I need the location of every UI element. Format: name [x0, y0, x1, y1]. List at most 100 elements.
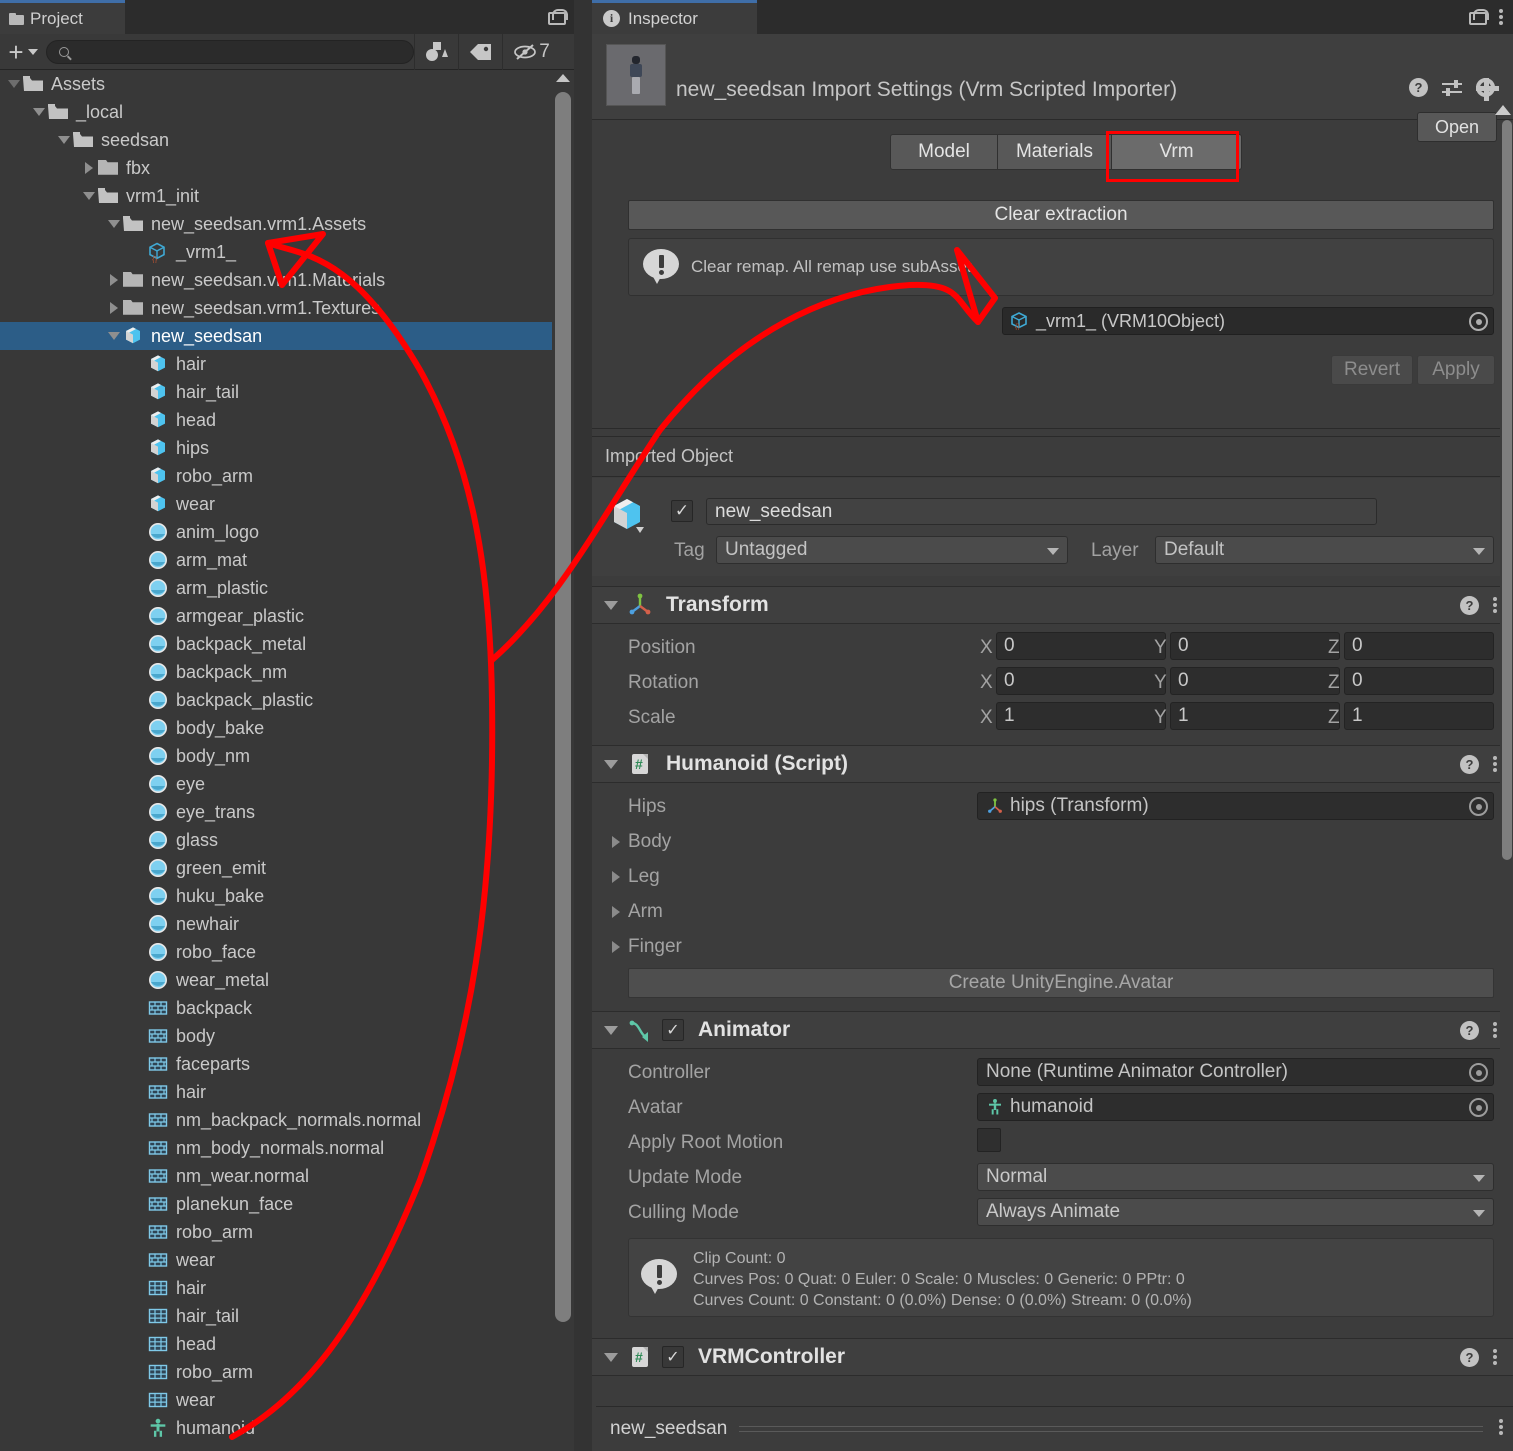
tree-item-hair_tail[interactable]: hair_tail: [0, 1302, 574, 1330]
tree-item-_vrm1_[interactable]: {} _vrm1_: [0, 238, 574, 266]
tree-item-fbx[interactable]: fbx: [0, 154, 574, 182]
tree-item-seedsan[interactable]: seedsan: [0, 126, 574, 154]
rotation-y-field[interactable]: 0: [1170, 667, 1340, 695]
chevron-down-icon[interactable]: [604, 759, 618, 769]
tree-item-head[interactable]: head: [0, 1330, 574, 1358]
create-asset-button[interactable]: +: [0, 34, 46, 70]
panel-divider[interactable]: [574, 0, 592, 1451]
object-picker-icon[interactable]: [1469, 1063, 1488, 1082]
help-icon[interactable]: ?: [1409, 78, 1428, 97]
transform-component-header[interactable]: Transform ?: [592, 586, 1513, 624]
tree-item-eye[interactable]: eye: [0, 770, 574, 798]
position-x-field[interactable]: 0: [996, 632, 1166, 660]
chevron-down-icon[interactable]: [604, 1352, 618, 1362]
scroll-up-icon[interactable]: [556, 74, 570, 82]
tree-item-green_emit[interactable]: green_emit: [0, 854, 574, 882]
remap-object-field[interactable]: {} _vrm1_ (VRM10Object): [1002, 307, 1494, 335]
tree-item-hair[interactable]: hair: [0, 1078, 574, 1106]
tree-item-faceparts[interactable]: faceparts: [0, 1050, 574, 1078]
scroll-up-icon[interactable]: [1495, 105, 1511, 115]
lock-icon[interactable]: [548, 9, 568, 25]
tag-dropdown[interactable]: Untagged: [716, 536, 1068, 564]
tree-item-wear[interactable]: wear: [0, 1246, 574, 1274]
clear-extraction-button[interactable]: Clear extraction: [628, 200, 1494, 230]
chevron-down-icon[interactable]: [31, 108, 47, 116]
project-asset-tree[interactable]: Assets _local seedsan fbx vrm1_init new_seeds…: [0, 70, 574, 1451]
tab-inspector[interactable]: i Inspector: [592, 3, 757, 34]
tree-item-head[interactable]: head: [0, 406, 574, 434]
tree-item-robo_arm[interactable]: robo_arm: [0, 1358, 574, 1386]
tree-item-wear[interactable]: wear: [0, 1386, 574, 1414]
gear-icon[interactable]: [1476, 78, 1499, 101]
tree-item-hair[interactable]: hair: [0, 350, 574, 378]
chevron-right-icon[interactable]: [106, 274, 122, 286]
controller-object-field[interactable]: None (Runtime Animator Controller): [977, 1058, 1494, 1086]
chevron-down-icon[interactable]: [81, 192, 97, 200]
lock-icon[interactable]: [1469, 9, 1489, 25]
tree-item-arm_plastic[interactable]: arm_plastic: [0, 574, 574, 602]
inspector-scrollbar[interactable]: [1500, 120, 1513, 1296]
tree-item-wear[interactable]: wear: [0, 490, 574, 518]
object-filter-icon[interactable]: [414, 33, 458, 70]
layer-dropdown[interactable]: Default: [1155, 536, 1494, 564]
tree-item-new_seedsan[interactable]: new_seedsan: [0, 322, 574, 350]
kebab-menu-icon[interactable]: [1499, 1419, 1503, 1435]
tree-item-body_nm[interactable]: body_nm: [0, 742, 574, 770]
chevron-down-icon[interactable]: [56, 136, 72, 144]
project-scrollbar-thumb[interactable]: [555, 92, 571, 1322]
tree-item-hair_tail[interactable]: hair_tail: [0, 378, 574, 406]
tree-item-hips[interactable]: hips: [0, 434, 574, 462]
position-y-field[interactable]: 0: [1170, 632, 1340, 660]
gameobject-name-field[interactable]: new_seedsan: [706, 498, 1377, 525]
chevron-down-icon[interactable]: [604, 600, 618, 610]
apply-button[interactable]: Apply: [1417, 355, 1495, 385]
tree-item-arm_mat[interactable]: arm_mat: [0, 546, 574, 574]
create-avatar-button[interactable]: Create UnityEngine.Avatar: [628, 968, 1494, 998]
tree-item-body_bake[interactable]: body_bake: [0, 714, 574, 742]
update-mode-dropdown[interactable]: Normal: [977, 1163, 1494, 1191]
kebab-menu-icon[interactable]: [1493, 1349, 1497, 1365]
position-z-field[interactable]: 0: [1344, 632, 1494, 660]
tree-item-new_seedsan.vrm1.textures[interactable]: new_seedsan.vrm1.Textures: [0, 294, 574, 322]
preset-icon[interactable]: [1442, 79, 1462, 96]
object-picker-icon[interactable]: [1469, 312, 1488, 331]
tree-item-backpack_plastic[interactable]: backpack_plastic: [0, 686, 574, 714]
tree-item-new_seedsan.vrm1.materials[interactable]: new_seedsan.vrm1.Materials: [0, 266, 574, 294]
tab-project[interactable]: Project: [0, 3, 125, 34]
scale-x-field[interactable]: 1: [996, 702, 1166, 730]
tab-model[interactable]: Model: [890, 134, 998, 170]
tab-materials[interactable]: Materials: [998, 134, 1112, 170]
help-icon[interactable]: ?: [1460, 754, 1479, 774]
kebab-menu-icon[interactable]: [1493, 756, 1497, 772]
tree-item-nm_body_normals.normal[interactable]: nm_body_normals.normal: [0, 1134, 574, 1162]
tree-item-newhair[interactable]: newhair: [0, 910, 574, 938]
tag-icon[interactable]: [458, 33, 502, 70]
kebab-menu-icon[interactable]: [1493, 1022, 1497, 1038]
tree-item-nm_wear.normal[interactable]: nm_wear.normal: [0, 1162, 574, 1190]
tree-item-robo_face[interactable]: robo_face: [0, 938, 574, 966]
tree-item-new_seedsan.vrm1.assets[interactable]: new_seedsan.vrm1.Assets: [0, 210, 574, 238]
hips-object-field[interactable]: hips (Transform): [977, 792, 1494, 820]
chevron-right-icon[interactable]: [106, 302, 122, 314]
vrmcontroller-component-header[interactable]: # ✓ VRMController ?: [592, 1338, 1513, 1376]
humanoid-foldout-leg[interactable]: Leg: [612, 866, 660, 888]
inspector-scrollbar-thumb[interactable]: [1502, 120, 1512, 860]
search-input[interactable]: [77, 43, 377, 60]
humanoid-foldout-finger[interactable]: Finger: [612, 936, 682, 958]
tree-item-hair[interactable]: hair: [0, 1274, 574, 1302]
object-picker-icon[interactable]: [1469, 797, 1488, 816]
rotation-z-field[interactable]: 0: [1344, 667, 1494, 695]
search-box[interactable]: [46, 39, 414, 64]
chevron-down-icon[interactable]: [604, 1025, 618, 1035]
scale-y-field[interactable]: 1: [1170, 702, 1340, 730]
humanoid-foldout-body[interactable]: Body: [612, 831, 671, 853]
revert-button[interactable]: Revert: [1331, 355, 1413, 385]
tree-item-huku_bake[interactable]: huku_bake: [0, 882, 574, 910]
tree-item-glass[interactable]: glass: [0, 826, 574, 854]
tree-item-assets[interactable]: Assets: [0, 70, 574, 98]
tree-item-backpack_metal[interactable]: backpack_metal: [0, 630, 574, 658]
help-icon[interactable]: ?: [1460, 595, 1479, 615]
help-icon[interactable]: ?: [1460, 1020, 1479, 1040]
chevron-down-icon[interactable]: [106, 220, 122, 228]
hidden-objects-toggle[interactable]: 7: [502, 33, 560, 70]
